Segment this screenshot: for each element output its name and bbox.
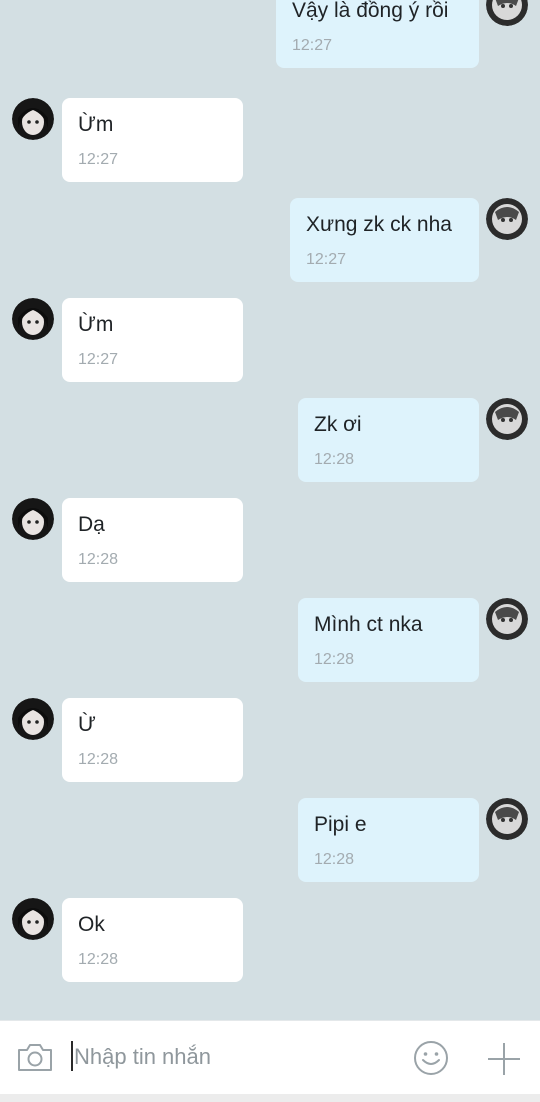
message-row-outgoing: Pipi e 12:28 <box>0 798 540 888</box>
message-timestamp: 12:27 <box>292 37 333 54</box>
message-row-outgoing: Zk ơi 12:28 <box>0 398 540 488</box>
message-bubble-incoming[interactable]: Ừm 12:27 <box>62 298 243 382</box>
message-timestamp: 12:27 <box>306 251 347 268</box>
message-timestamp: 12:28 <box>78 551 119 568</box>
message-bubble-incoming[interactable]: Ừ 12:28 <box>62 698 243 782</box>
message-bubble-outgoing[interactable]: Zk ơi 12:28 <box>298 398 479 482</box>
message-text: Zk ơi <box>314 413 362 436</box>
message-text: Ừm <box>78 113 114 136</box>
message-bubble-outgoing[interactable]: Mình ct nka 12:28 <box>298 598 479 682</box>
message-text: Pipi e <box>314 813 367 836</box>
contact-avatar[interactable] <box>12 498 54 540</box>
chat-message-list[interactable]: Vậy là đồng ý rồi 12:27 Ừm 12:27 Xưng zk… <box>0 0 540 1020</box>
message-bubble-incoming[interactable]: Ok 12:28 <box>62 898 243 982</box>
contact-avatar[interactable] <box>12 698 54 740</box>
message-row-incoming: Ok 12:28 <box>0 898 540 988</box>
emoji-smiley-icon[interactable] <box>412 1039 450 1077</box>
message-timestamp: 12:28 <box>314 651 355 668</box>
message-text: Xưng zk ck nha <box>306 213 452 236</box>
contact-avatar[interactable] <box>12 298 54 340</box>
message-bubble-outgoing[interactable]: Vậy là đồng ý rồi 12:27 <box>276 0 479 68</box>
message-timestamp: 12:28 <box>78 951 119 968</box>
message-bubble-outgoing[interactable]: Pipi e 12:28 <box>298 798 479 882</box>
message-row-incoming: Ừ 12:28 <box>0 698 540 788</box>
my-avatar[interactable] <box>486 798 528 840</box>
message-row-incoming: Ừm 12:27 <box>0 298 540 388</box>
message-text: Vậy là đồng ý rồi <box>292 0 449 22</box>
message-timestamp: 12:28 <box>314 851 355 868</box>
message-timestamp: 12:28 <box>314 451 355 468</box>
message-row-incoming: Dạ 12:28 <box>0 498 540 588</box>
text-cursor <box>71 1041 73 1071</box>
my-avatar[interactable] <box>486 398 528 440</box>
message-row-outgoing: Mình ct nka 12:28 <box>0 598 540 688</box>
message-row-outgoing: Xưng zk ck nha 12:27 <box>0 198 540 288</box>
message-timestamp: 12:28 <box>78 751 119 768</box>
my-avatar[interactable] <box>486 598 528 640</box>
camera-icon[interactable] <box>16 1039 54 1075</box>
plus-icon[interactable] <box>486 1041 522 1077</box>
bottom-edge <box>0 1094 540 1102</box>
message-row-outgoing: Vậy là đồng ý rồi 12:27 <box>0 0 540 74</box>
contact-avatar[interactable] <box>12 898 54 940</box>
my-avatar[interactable] <box>486 198 528 240</box>
message-text: Mình ct nka <box>314 613 423 636</box>
contact-avatar[interactable] <box>12 98 54 140</box>
message-input[interactable] <box>70 1037 394 1077</box>
message-bubble-outgoing[interactable]: Xưng zk ck nha 12:27 <box>290 198 479 282</box>
message-bubble-incoming[interactable]: Ừm 12:27 <box>62 98 243 182</box>
message-bubble-incoming[interactable]: Dạ 12:28 <box>62 498 243 582</box>
message-timestamp: 12:27 <box>78 351 119 368</box>
message-timestamp: 12:27 <box>78 151 119 168</box>
my-avatar[interactable] <box>486 0 528 26</box>
message-text: Ừ <box>78 713 96 736</box>
message-text: Ok <box>78 913 105 936</box>
message-row-incoming: Ừm 12:27 <box>0 98 540 188</box>
message-text: Dạ <box>78 513 105 536</box>
message-text: Ừm <box>78 313 114 336</box>
message-composer <box>0 1020 540 1094</box>
